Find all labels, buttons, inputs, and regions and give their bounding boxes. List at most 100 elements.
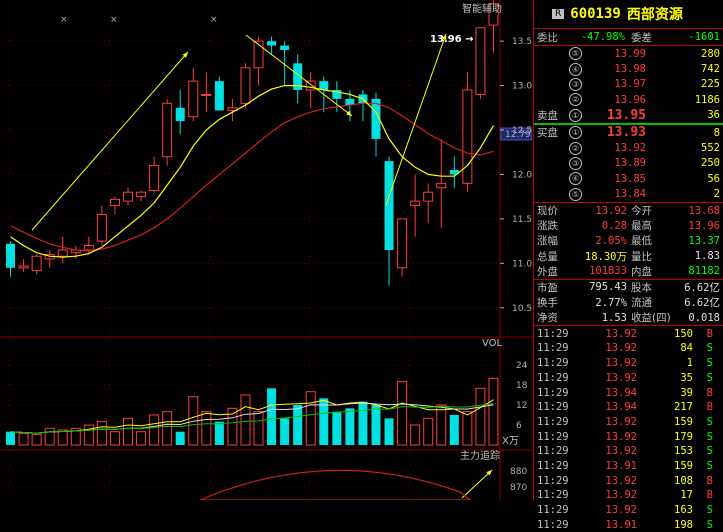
bid-row[interactable]: ② 13.92 552 — [534, 140, 723, 155]
candle-body — [57, 249, 68, 257]
price-tick-label: 12.0 — [512, 170, 532, 180]
bid-price: 13.84 — [614, 188, 646, 201]
side-label: 买盘 — [537, 127, 558, 140]
tick-volume: 84 — [680, 342, 693, 355]
tick-row: 11:29 13.92 35 S — [534, 370, 723, 385]
flow-line — [199, 469, 471, 500]
ask-volume: 280 — [701, 47, 720, 60]
flow-tick-label: 880 — [510, 467, 527, 477]
candle-body — [475, 27, 486, 95]
marker-x: × — [60, 15, 68, 25]
volume-bar — [345, 408, 355, 445]
level-index: ② — [569, 141, 582, 155]
tick-side: S — [706, 504, 713, 516]
tick-side: S — [706, 459, 713, 472]
stat-label: 总量 — [537, 250, 558, 263]
candle-body — [462, 89, 473, 184]
candle-body — [397, 218, 408, 269]
volume-bar — [109, 431, 120, 446]
tick-time: 11:29 — [537, 327, 569, 340]
price-tick-label: 13.5 — [512, 37, 532, 47]
fundamental-label: 股本 — [631, 281, 652, 294]
candle-body — [410, 200, 421, 207]
bid-row[interactable]: 买盘 ① 13.93 8 — [534, 125, 723, 140]
volume-bar — [44, 427, 55, 446]
marker-x: × — [110, 15, 118, 25]
bid-row[interactable]: ⑤ 13.84 2 — [534, 187, 723, 202]
order-ratio-row: 委比 -47.98% 委差 -1601 — [534, 29, 723, 46]
ask-row[interactable]: 卖盘 ① 13.95 36 — [534, 108, 723, 123]
candle-body — [18, 265, 29, 269]
tick-time: 11:29 — [537, 474, 569, 487]
tick-price: 13.94 — [605, 386, 637, 399]
tick-row: 11:29 13.91 159 S — [534, 459, 723, 474]
volume-bar — [162, 411, 173, 446]
stat-label: 最高 — [631, 220, 652, 233]
ask-row[interactable]: ② 13.96 1186 — [534, 92, 723, 107]
bid-volume: 8 — [713, 126, 720, 139]
tick-volume: 179 — [674, 430, 693, 443]
tick-row: 11:29 13.92 108 B — [534, 473, 723, 488]
ask-book: ⑤ 13.99 280 ④ 13.98 742 ③ 13.97 225 ② 13.96 1186 卖盘 ①… — [534, 46, 723, 123]
tick-volume: 159 — [674, 415, 693, 428]
stat-row: 现价 13.92 今开 13.68 — [534, 203, 723, 218]
tick-time: 11:29 — [537, 386, 569, 399]
stat-label: 外盘 — [537, 265, 558, 278]
trend-arrow — [385, 33, 447, 206]
ask-row[interactable]: ⑤ 13.99 280 — [534, 46, 723, 61]
fundamental-value: 795.43 — [589, 281, 627, 294]
tick-time: 11:29 — [537, 459, 569, 472]
volume-bar — [449, 415, 459, 445]
bid-volume: 56 — [707, 172, 720, 185]
bid-row[interactable]: ④ 13.85 56 — [534, 171, 723, 186]
ask-row[interactable]: ④ 13.98 742 — [534, 61, 723, 76]
ask-price: 13.98 — [614, 63, 646, 76]
tick-list[interactable]: 11:29 13.92 150 B 11:29 13.92 84 S 11:29 13.92 1 S 1… — [534, 326, 723, 532]
volume-bar — [175, 431, 185, 445]
candle-body — [423, 191, 434, 202]
ask-price: 13.97 — [614, 78, 646, 91]
tick-price: 13.92 — [605, 430, 637, 443]
ask-row[interactable]: ③ 13.97 225 — [534, 77, 723, 92]
flow-panel-title: 主力追踪 — [460, 449, 500, 462]
volume-bar — [410, 424, 421, 446]
candle-body — [96, 213, 107, 242]
tick-row: 11:29 13.94 39 B — [534, 385, 723, 400]
chart-area[interactable]: 12.79 13.96 → 10.5 11.0 11.5 12.0 12.5 13.0 13.… — [0, 0, 532, 500]
vol-unit-label: X万 — [502, 436, 519, 447]
trend-arrow — [245, 34, 353, 117]
tick-volume: 153 — [674, 445, 693, 458]
vol-tick-label: 6 — [516, 421, 522, 431]
tick-volume: 150 — [674, 327, 693, 340]
weibi-label: 委比 — [537, 31, 558, 44]
candle-body — [436, 182, 447, 189]
tick-time: 11:29 — [537, 357, 569, 370]
bid-row[interactable]: ③ 13.89 250 — [534, 156, 723, 171]
tick-price: 13.92 — [605, 415, 637, 428]
volume-bar — [358, 401, 368, 445]
candle-body — [83, 245, 94, 251]
volume-bar — [96, 421, 107, 446]
tick-volume: 159 — [674, 459, 693, 472]
trend-arrow — [461, 469, 493, 499]
stock-header: R 600139 西部资源 — [534, 0, 723, 29]
bid-price: 13.89 — [614, 157, 646, 170]
fundamental-value: 0.018 — [688, 311, 720, 324]
tick-price: 13.92 — [605, 474, 637, 487]
tick-price: 13.92 — [605, 504, 637, 516]
candle-body — [175, 107, 185, 122]
bid-volume: 250 — [701, 157, 720, 170]
ask-price: 13.96 — [614, 93, 646, 106]
side-label: 卖盘 — [537, 109, 558, 122]
weicha-label: 委差 — [631, 31, 652, 44]
kline-chart[interactable]: 12.7913.96 → 10.511.011.512.012.513.013.… — [0, 0, 532, 500]
volume-bar — [305, 391, 316, 446]
fundamental-label: 净资 — [537, 312, 558, 325]
tick-price: 13.92 — [605, 371, 637, 384]
candle-body — [280, 45, 290, 50]
trend-arrowhead — [346, 110, 352, 116]
fundamental-value: 2.77% — [595, 296, 627, 309]
fundamentals-block: 市盈 795.43 股本 6.62亿 换手 2.77% 流通 6.62亿 净资 1.53 收益(四)… — [534, 280, 723, 327]
weicha-value: -1601 — [688, 31, 720, 43]
price-tick-label: 12.5 — [512, 126, 532, 136]
